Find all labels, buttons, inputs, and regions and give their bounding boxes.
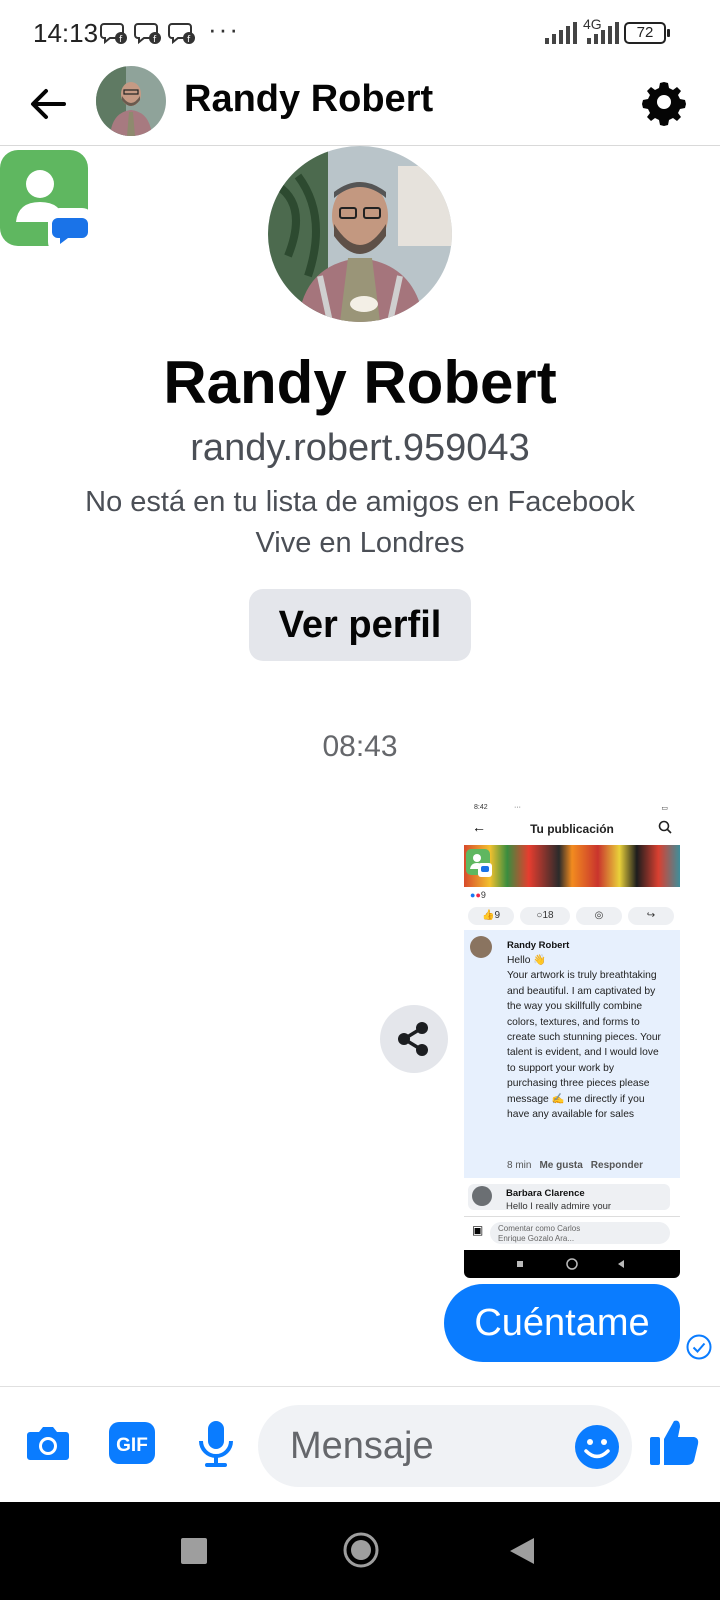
message-timestamp: 08:43	[322, 730, 398, 763]
message-composer: GIF Mensaje	[0, 1386, 720, 1502]
shot-input-placeholder: Comentar como Carlos Enrique Gozalo Ara.…	[498, 1224, 581, 1243]
shot-comment-body: Your artwork is truly breathtaking and b…	[507, 970, 661, 1121]
messenger-notification-icon: f	[134, 23, 161, 45]
contact-name[interactable]: Randy Robert	[184, 78, 433, 121]
shot-battery: ▭	[661, 805, 668, 812]
shot-comment-author: Randy Robert	[507, 940, 570, 951]
view-profile-button[interactable]: Ver perfil	[249, 589, 471, 661]
shot-comment-input: ▣ Comentar como Carlos Enrique Gozalo Ar…	[464, 1216, 680, 1246]
message-input-placeholder: Mensaje	[290, 1425, 434, 1467]
shot-like-count: 9	[494, 910, 500, 921]
shot-share-pill: ↪	[628, 907, 674, 925]
profile-location: Vive en Londres	[255, 527, 465, 559]
shot-reaction-summary: ●●9	[470, 890, 486, 900]
shot-title: Tu publicación	[530, 822, 614, 836]
shared-screenshot-image[interactable]: 8:42 ··· ▭ ← Tu publicación ●●9 👍9 ○18 ◎…	[464, 800, 680, 1278]
profile-username: randy.robert.959043	[190, 427, 530, 469]
emoji-icon[interactable]	[574, 1424, 620, 1470]
back-arrow-icon[interactable]	[24, 80, 72, 128]
shot-artwork-banner	[464, 845, 680, 887]
signal-icon	[545, 22, 577, 44]
shot-reaction-count: 9	[480, 890, 486, 900]
shot-action-row: 👍9 ○18 ◎ ↪	[468, 907, 676, 927]
gear-icon[interactable]	[638, 76, 690, 128]
shot-whatsapp-pill: ◎	[576, 907, 622, 925]
shot-second-text: Hello I really admire your	[506, 1201, 612, 1210]
shot-search-icon	[658, 820, 672, 834]
shot-status-time: 8:42	[474, 804, 488, 811]
outgoing-message-bubble[interactable]: Cuéntame	[444, 1284, 680, 1362]
shot-comment-reply: Responder	[590, 1160, 644, 1171]
status-time: 14:13	[33, 18, 99, 48]
battery-indicator: 72	[624, 22, 670, 44]
back-nav-icon[interactable]	[508, 1536, 536, 1566]
shot-comment-text: Hello 👋 Your artwork is truly breathtaki…	[507, 953, 667, 1122]
shot-like-pill: 👍9	[468, 907, 514, 925]
thumbs-up-icon[interactable]	[646, 1415, 702, 1471]
profile-name: Randy Robert	[163, 349, 557, 416]
shot-status-dots: ···	[514, 804, 521, 811]
signal-4g-icon	[587, 22, 619, 44]
gif-icon[interactable]: GIF	[106, 1417, 158, 1469]
profile-avatar[interactable]	[268, 146, 452, 322]
shot-comment-count: 18	[542, 910, 554, 921]
header-avatar[interactable]	[96, 66, 166, 136]
camera-icon[interactable]	[22, 1417, 74, 1469]
shot-image-icon: ▣	[472, 1223, 484, 1237]
messenger-notification-icon: f	[100, 23, 127, 45]
recent-apps-icon[interactable]	[181, 1538, 207, 1564]
shot-comment-pill: ○18	[520, 907, 570, 925]
chat-header: Randy Robert	[0, 64, 720, 146]
gif-label: GIF	[116, 1435, 148, 1456]
shot-comment-meta: 8 min Me gusta Responder	[507, 1160, 643, 1171]
shot-comment-time: 8 min	[507, 1160, 532, 1171]
microphone-icon[interactable]	[190, 1417, 242, 1469]
shot-comment-greeting: Hello 👋	[507, 955, 547, 966]
shot-comment-avatar	[470, 936, 492, 958]
shot-nav-bar	[464, 1250, 680, 1278]
messenger-notification-icon: f	[168, 23, 195, 45]
shot-second-comment: Barbara Clarence Hello I really admire y…	[468, 1184, 670, 1210]
delivered-check-icon	[686, 1334, 712, 1360]
shot-comment-like: Me gusta	[539, 1160, 583, 1171]
system-nav-bar	[0, 1502, 720, 1600]
shot-second-author: Barbara Clarence	[506, 1188, 585, 1199]
shot-second-avatar	[472, 1186, 492, 1206]
share-icon	[398, 1022, 428, 1056]
message-input[interactable]: Mensaje	[258, 1405, 632, 1487]
floating-messages-bubble[interactable]	[0, 150, 94, 254]
share-button[interactable]	[380, 1005, 448, 1073]
status-bar: 14:13 f f f ··· 4G 72	[0, 0, 720, 64]
more-notifications-indicator: ···	[208, 14, 240, 44]
battery-level: 72	[636, 24, 654, 41]
shot-highlighted-comment: Randy Robert Hello 👋 Your artwork is tru…	[464, 930, 680, 1178]
friendship-status: No está en tu lista de amigos en Faceboo…	[85, 486, 635, 518]
home-icon[interactable]	[342, 1531, 380, 1569]
